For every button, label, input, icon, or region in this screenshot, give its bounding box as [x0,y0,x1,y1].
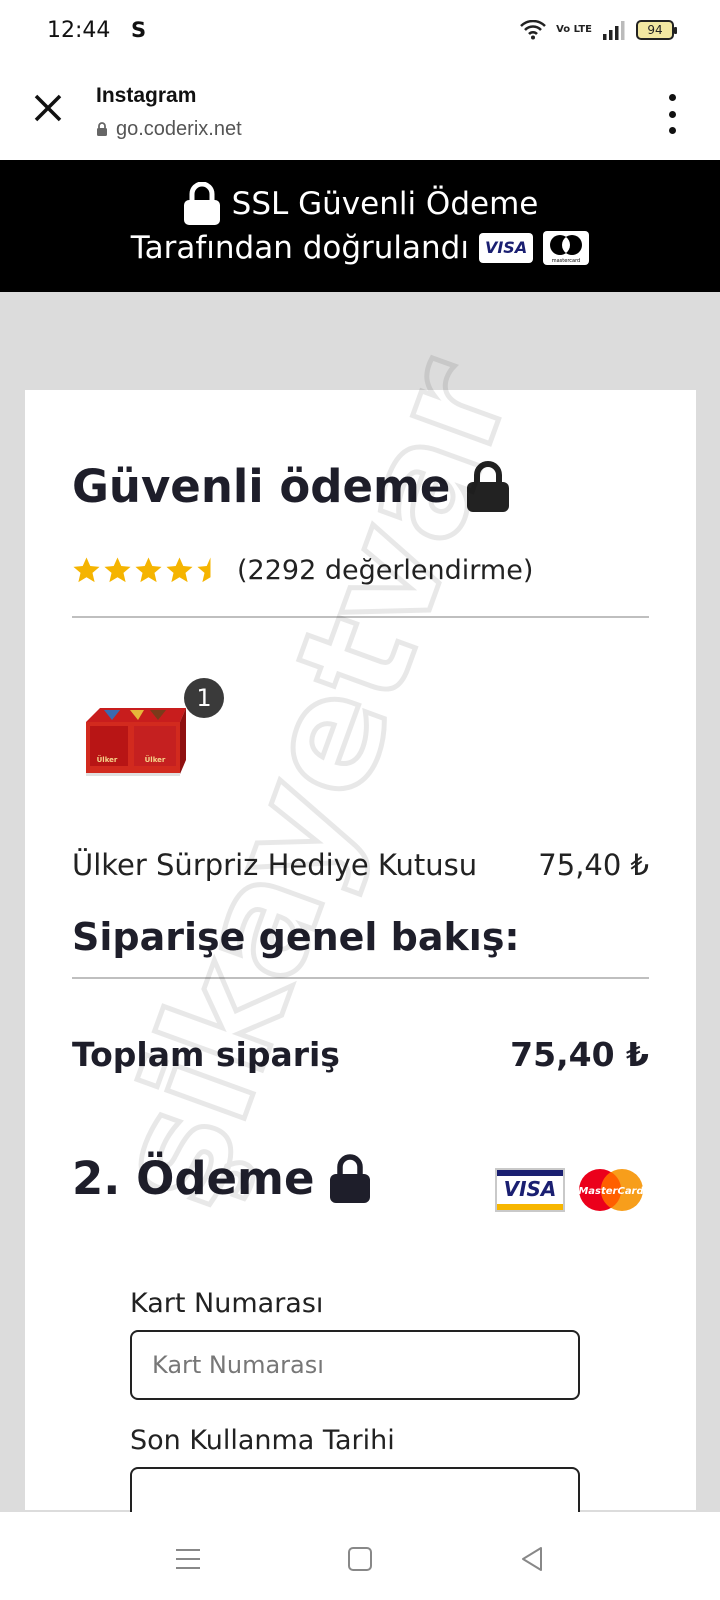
divider [72,616,649,618]
more-options-button[interactable] [662,94,682,134]
lock-icon [330,1153,371,1203]
status-bar: 12:44 S Vo LTE 94 [0,0,720,64]
rating: (2292 değerlendirme) [72,555,533,586]
home-square-icon[interactable] [345,1544,375,1574]
close-button[interactable] [28,88,68,128]
total-label: Toplam sipariş [72,1035,340,1074]
mastercard-badge: mastercard [543,231,590,265]
svg-text:MasterCard: MasterCard [578,1186,644,1197]
svg-text:Ülker: Ülker [145,755,166,764]
browser-title: Instagram [96,84,197,107]
svg-text:Ülker: Ülker [97,755,118,764]
lock-icon [467,460,510,512]
expiry-label: Son Kullanma Tarihi [130,1425,395,1456]
overview-heading: Siparişe genel bakış: [72,915,520,959]
star-rating [72,556,225,585]
visa-badge: VISA [478,233,534,263]
quantity-badge: 1 [184,678,224,718]
star-icon [104,557,131,583]
volte-icon: Vo LTE [556,24,592,35]
order-total: Toplam sipariş 75,40 ₺ [72,1035,649,1074]
star-icon [197,557,211,583]
back-triangle-icon[interactable] [517,1544,547,1574]
checkout-card: Güvenli ödeme (2292 değerlendirme) Ülker… [25,390,696,1537]
order-item: Ülker Sürpriz Hediye Kutusu 75,40 ₺ [72,848,649,882]
carrier-icon: S [131,18,147,42]
lock-icon [183,182,220,225]
payment-heading: 2. Ödeme [72,1152,372,1205]
item-price: 75,40 ₺ [538,848,649,882]
accepted-cards: VISA MasterCard [495,1168,647,1212]
browser-url[interactable]: go.coderix.net [96,118,242,141]
ssl-title: SSL Güvenli Ödeme [231,186,539,222]
signal-icon [603,21,625,40]
star-icon [73,557,100,583]
product-image: Ülker Ülker [86,708,186,776]
mastercard-logo: MasterCard [578,1169,645,1211]
status-icons: Vo LTE 94 [520,20,677,40]
wifi-icon [520,20,546,40]
ssl-subtitle: Tarafından doğrulandı [130,230,469,266]
lock-icon [97,122,107,136]
battery-icon: 94 [636,20,677,40]
total-value: 75,40 ₺ [510,1035,649,1074]
svg-text:mastercard: mastercard [552,258,580,264]
rating-count: (2292 değerlendirme) [237,555,534,586]
browser-toolbar: Instagram go.coderix.net [0,64,720,160]
divider [72,977,649,979]
menu-icon[interactable] [173,1544,203,1574]
status-time: 12:44 [47,18,111,43]
page-title: Güvenli ödeme [72,460,512,513]
more-vert-icon [668,94,676,101]
star-icon [166,557,193,583]
close-icon [34,94,62,122]
url-text: go.coderix.net [116,118,242,140]
item-name: Ülker Sürpriz Hediye Kutusu [72,848,478,882]
ssl-banner: SSL Güvenli Ödeme Tarafından doğrulandı … [0,160,720,292]
card-number-input[interactable] [130,1330,580,1400]
star-icon [135,557,162,583]
card-number-label: Kart Numarası [130,1288,324,1319]
mastercard-icon: mastercard [550,235,583,264]
system-nav-bar [0,1512,720,1600]
visa-logo: VISA [495,1168,565,1212]
